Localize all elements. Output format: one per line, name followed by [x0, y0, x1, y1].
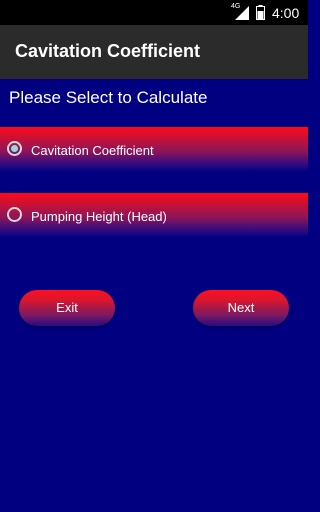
status-bar: 4G 4:00 — [0, 0, 308, 25]
select-prompt: Please Select to Calculate — [9, 88, 208, 107]
battery-icon — [256, 5, 265, 20]
next-button[interactable]: Next — [193, 290, 289, 326]
app-title: Cavitation Coefficient — [15, 41, 201, 61]
signal-icon — [235, 6, 249, 20]
option-label: Cavitation Coefficient — [31, 143, 154, 158]
option-cavitation-coefficient[interactable]: Cavitation Coefficient — [0, 127, 308, 172]
option-pumping-height[interactable]: Pumping Height (Head) — [0, 193, 308, 238]
radio-dot — [11, 145, 18, 152]
exit-button[interactable]: Exit — [19, 290, 115, 326]
clock: 4:00 — [272, 5, 300, 21]
radio-button-checked[interactable] — [7, 141, 22, 156]
radio-button-unchecked[interactable] — [7, 207, 22, 222]
option-label: Pumping Height (Head) — [31, 209, 167, 224]
action-bar: Cavitation Coefficient — [0, 25, 308, 79]
